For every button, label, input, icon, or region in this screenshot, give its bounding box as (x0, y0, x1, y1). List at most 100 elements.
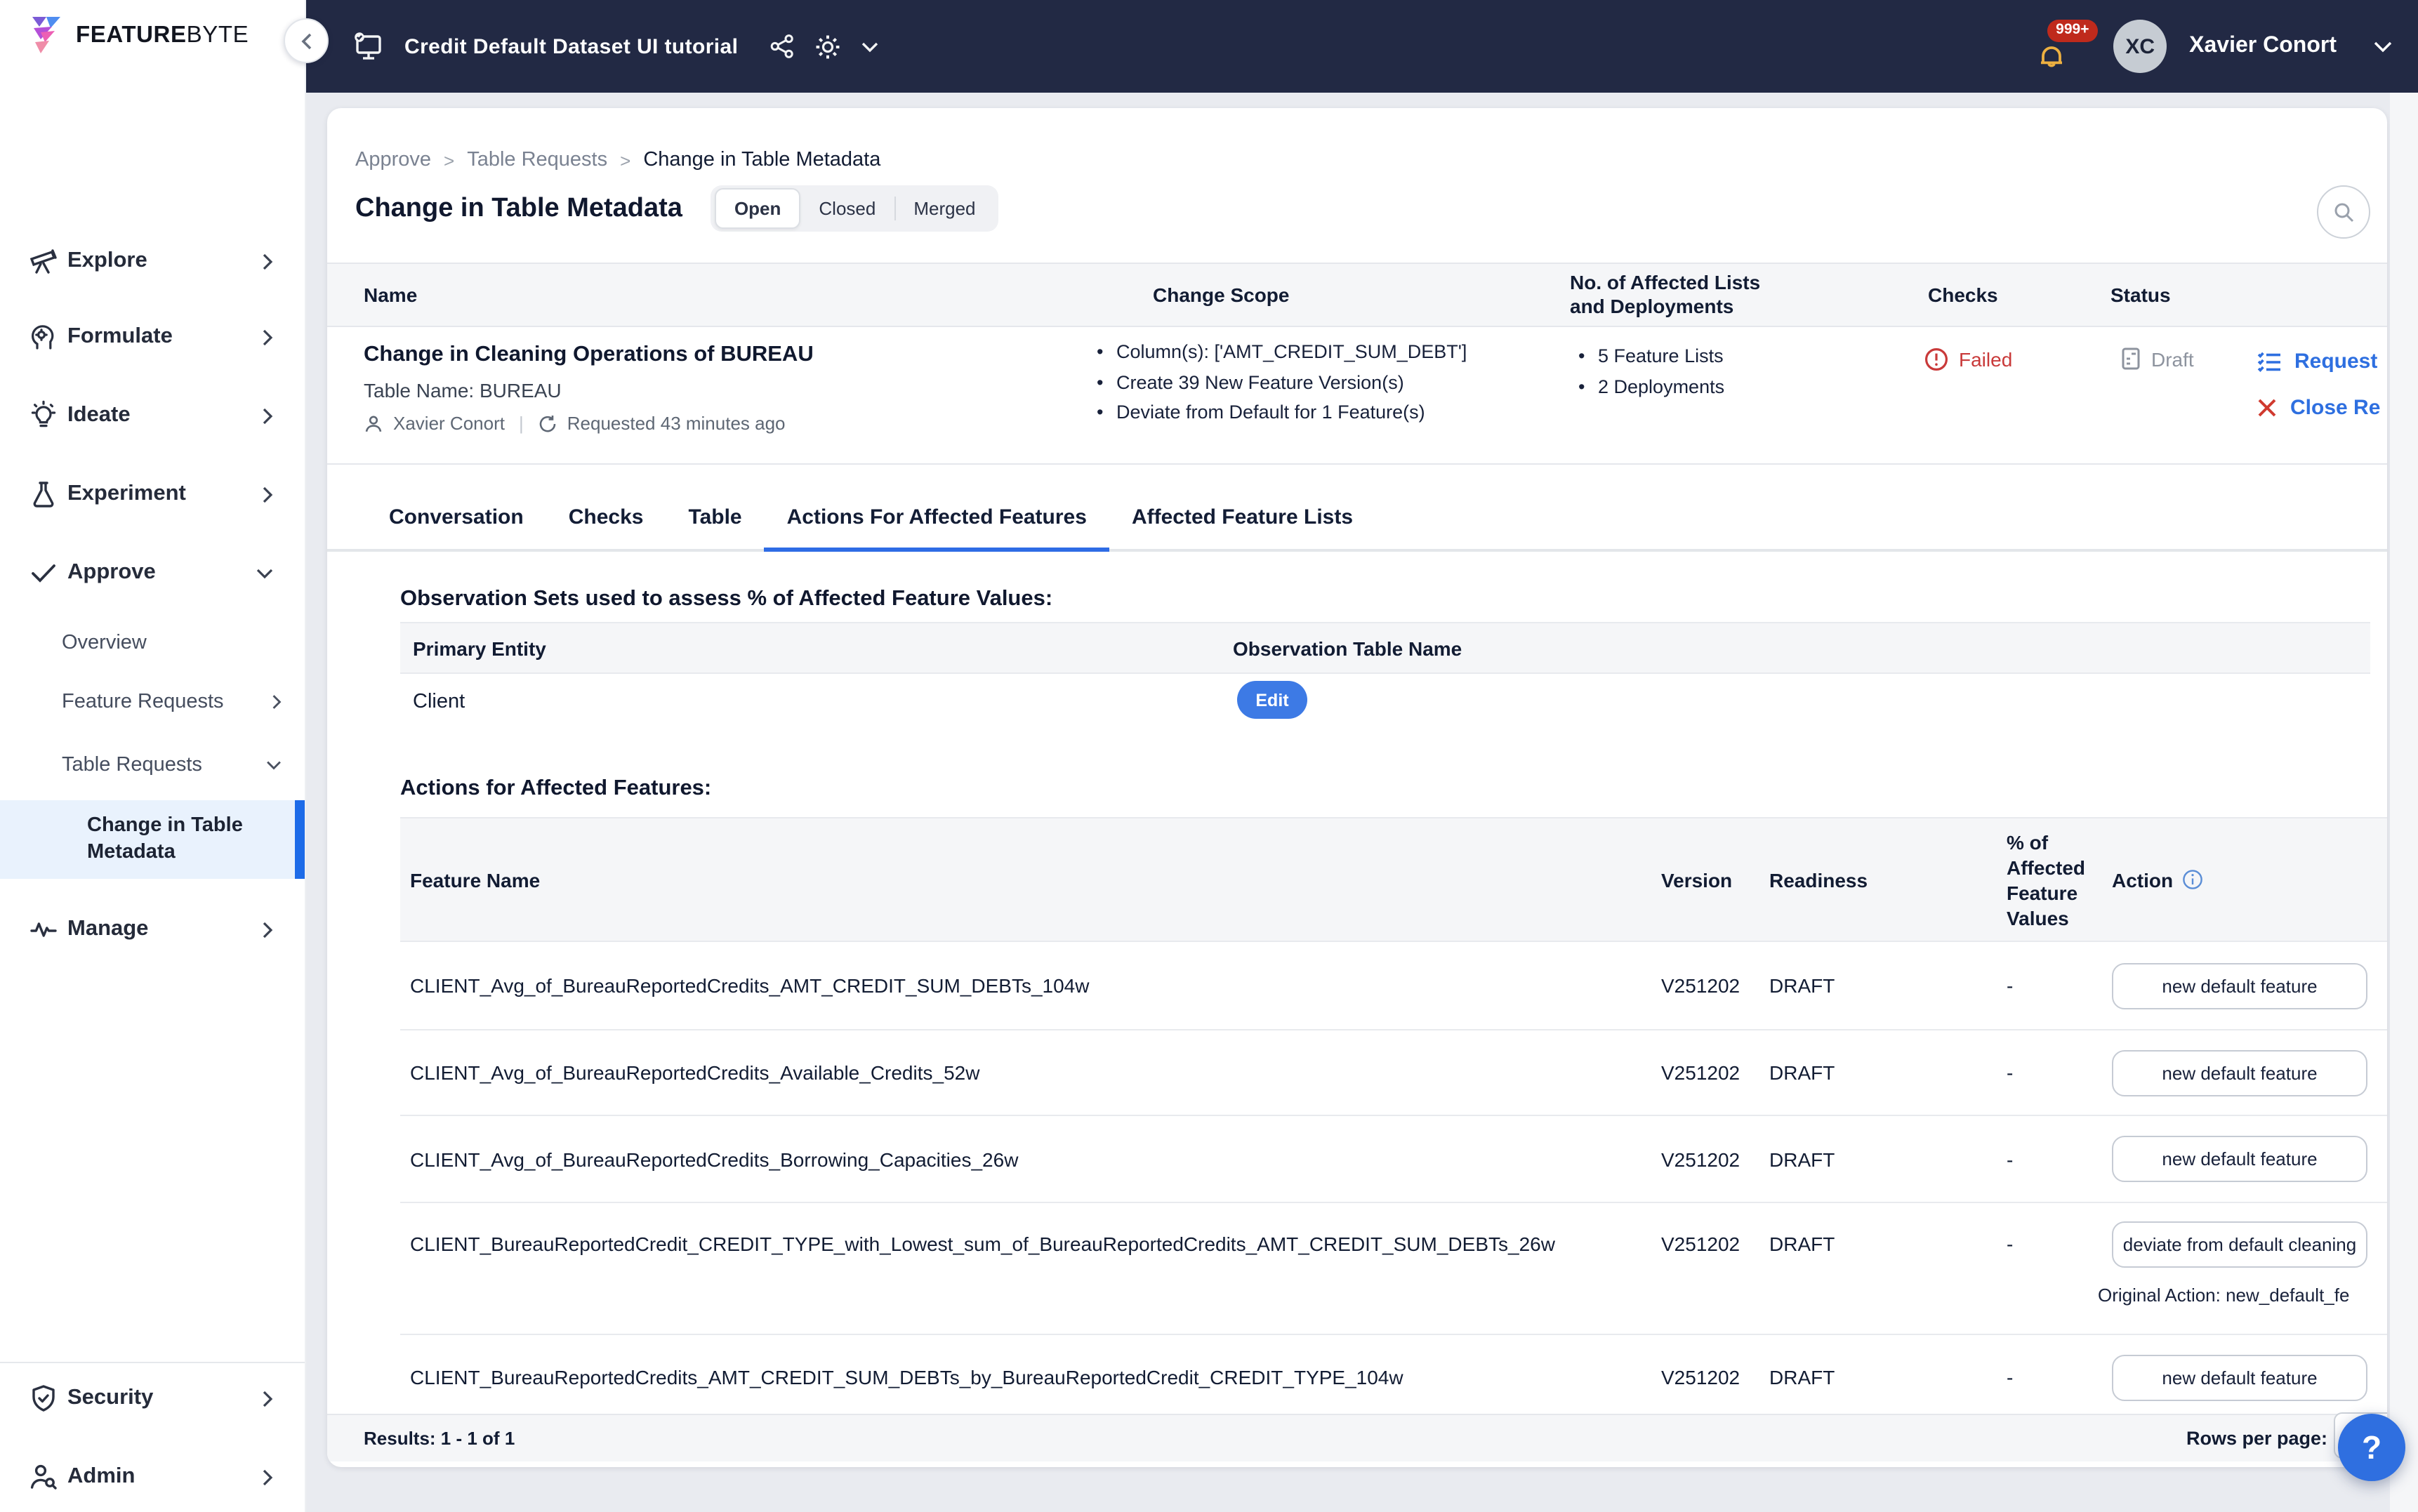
change-scope-list: Column(s): ['AMT_CREDIT_SUM_DEBT'] Creat… (1094, 337, 1467, 427)
feature-pct: - (2007, 1061, 2014, 1084)
tab-affected-feature-lists[interactable]: Affected Feature Lists (1109, 486, 1375, 549)
feature-pct: - (2007, 1148, 2014, 1170)
filter-open-button[interactable]: Open (714, 188, 801, 229)
title-row: Change in Table Metadata Open Closed Mer… (355, 185, 998, 232)
notifications-button[interactable]: 999+ (2037, 14, 2102, 79)
settings-gear-icon[interactable] (814, 33, 840, 60)
tab-actions-for-affected-features[interactable]: Actions For Affected Features (764, 486, 1109, 552)
feature-name: CLIENT_BureauReportedCredits_AMT_CREDIT_… (410, 1366, 1403, 1388)
action-select[interactable]: new default feature (2112, 1049, 2367, 1096)
user-icon (364, 413, 383, 433)
tab-checks[interactable]: Checks (546, 486, 666, 549)
col-affected: No. of Affected Lists and Deployments (1570, 271, 1761, 317)
filter-merged-button[interactable]: Merged (895, 190, 993, 227)
feature-version: V251202 (1661, 974, 1740, 997)
feature-readiness: DRAFT (1769, 1148, 1835, 1170)
featurebyte-logo-icon (28, 14, 65, 56)
sidebar-item-table-requests[interactable]: Table Requests (0, 741, 305, 789)
action-select[interactable]: new default feature (2112, 962, 2367, 1009)
requested-time: Requested 43 minutes ago (567, 413, 786, 434)
info-icon[interactable] (2181, 869, 2202, 890)
share-icon[interactable] (769, 34, 794, 59)
sidebar-item-formulate[interactable]: Formulate (0, 309, 305, 365)
features-table: Feature Name Version Readiness % of Affe… (400, 817, 2387, 1419)
status-filter-segmented-control: Open Closed Merged (710, 185, 998, 232)
featurebyte-logo[interactable]: FEATUREBYTE (28, 14, 249, 56)
status-label: Draft (2151, 347, 2194, 370)
tab-table[interactable]: Table (666, 486, 764, 549)
search-button[interactable] (2317, 185, 2370, 239)
action-select[interactable]: new default feature (2112, 1354, 2367, 1400)
workspace-chevron-down-icon[interactable] (860, 40, 878, 53)
col-version: Version (1661, 868, 1733, 891)
chevron-right-icon (271, 694, 282, 710)
feature-version: V251202 (1661, 1366, 1740, 1388)
tab-bar: Conversation Checks Table Actions For Af… (327, 486, 2387, 552)
sidebar-collapse-button[interactable] (284, 18, 329, 63)
primary-entity-value: Client (413, 691, 465, 713)
sidebar-item-security[interactable]: Security (0, 1370, 305, 1426)
chevron-right-icon (261, 920, 274, 939)
feature-row: CLIENT_Avg_of_BureauReportedCredits_AMT_… (400, 942, 2387, 1030)
check-icon (27, 556, 60, 590)
help-button[interactable]: ? (2338, 1414, 2405, 1481)
feature-pct: - (2007, 1233, 2014, 1255)
chevron-right-icon (261, 485, 274, 503)
col-readiness: Readiness (1769, 868, 1868, 891)
user-menu-chevron-icon[interactable] (2373, 40, 2393, 53)
affected-item: 5 Feature Lists (1575, 341, 1724, 371)
sidebar-item-change-in-table-metadata[interactable]: Change in Table Metadata (0, 800, 305, 879)
tab-conversation[interactable]: Conversation (366, 486, 546, 549)
feature-row: CLIENT_Avg_of_BureauReportedCredits_Borr… (400, 1116, 2387, 1203)
avatar[interactable]: XC (2113, 20, 2167, 73)
request-title[interactable]: Change in Cleaning Operations of BUREAU (364, 343, 814, 368)
chevron-down-icon (265, 760, 282, 771)
sidebar-item-feature-requests[interactable]: Feature Requests (0, 678, 305, 726)
sidebar-item-label: Security (67, 1386, 154, 1410)
breadcrumb-approve[interactable]: Approve (355, 149, 431, 171)
action-header-label: Action (2112, 868, 2174, 891)
close-request-link[interactable]: Close Re (2257, 396, 2380, 420)
sidebar-subitem-label: Feature Requests (62, 691, 224, 713)
sidebar-item-ideate[interactable]: Ideate (0, 387, 305, 444)
action-select[interactable]: new default feature (2112, 1136, 2367, 1182)
breadcrumb-separator: > (444, 150, 455, 171)
feature-readiness: DRAFT (1769, 974, 1835, 997)
col-name: Name (364, 284, 418, 306)
breadcrumb-table-requests[interactable]: Table Requests (467, 149, 607, 171)
sidebar-item-manage[interactable]: Manage (0, 901, 305, 957)
feature-action-cell: new default feature (2112, 962, 2387, 1009)
close-x-icon (2257, 397, 2278, 418)
action-select[interactable]: deviate from default cleaning (2112, 1221, 2367, 1268)
feature-action-cell: deviate from default cleaning (2112, 1203, 2387, 1268)
sidebar-item-overview[interactable]: Overview (0, 619, 305, 667)
scrollbar-gutter[interactable] (2390, 93, 2418, 1512)
page-title: Change in Table Metadata (355, 193, 682, 223)
col-change-scope: Change Scope (1153, 284, 1290, 306)
actions-heading: Actions for Affected Features: (400, 776, 712, 800)
breadcrumb-current: Change in Table Metadata (643, 149, 881, 171)
sidebar-item-admin[interactable]: Admin (0, 1449, 305, 1505)
sidebar-item-experiment[interactable]: Experiment (0, 466, 305, 522)
edit-observation-button[interactable]: Edit (1237, 681, 1307, 719)
sidebar-item-label: Admin (67, 1464, 136, 1488)
sidebar-divider (0, 1362, 305, 1363)
filter-closed-button[interactable]: Closed (800, 190, 894, 227)
active-item-accent-bar (295, 800, 305, 879)
sidebar-item-explore[interactable]: Explore (0, 233, 305, 289)
checks-status: Failed (1924, 347, 2012, 372)
user-search-icon (27, 1460, 60, 1494)
breadcrumb-separator: > (620, 150, 631, 171)
request-meta: Xavier Conort | Requested 43 minutes ago (364, 413, 786, 434)
request-checks-link[interactable]: Request (2257, 350, 2377, 373)
sidebar-item-approve[interactable]: Approve (0, 545, 305, 601)
observation-table-header: Primary Entity Observation Table Name (400, 622, 2370, 674)
workspace-switcher[interactable]: Credit Default Dataset UI tutorial (351, 0, 878, 93)
feature-name: CLIENT_BureauReportedCredit_CREDIT_TYPE_… (410, 1233, 1555, 1255)
main-area: Approve > Table Requests > Change in Tab… (305, 93, 2418, 1512)
refresh-icon (538, 413, 557, 433)
request-row[interactable]: Change in Cleaning Operations of BUREAU … (327, 324, 2387, 465)
user-name: Xavier Conort (2189, 34, 2337, 58)
feature-row: CLIENT_Avg_of_BureauReportedCredits_Avai… (400, 1030, 2387, 1116)
feature-version: V251202 (1661, 1233, 1740, 1255)
